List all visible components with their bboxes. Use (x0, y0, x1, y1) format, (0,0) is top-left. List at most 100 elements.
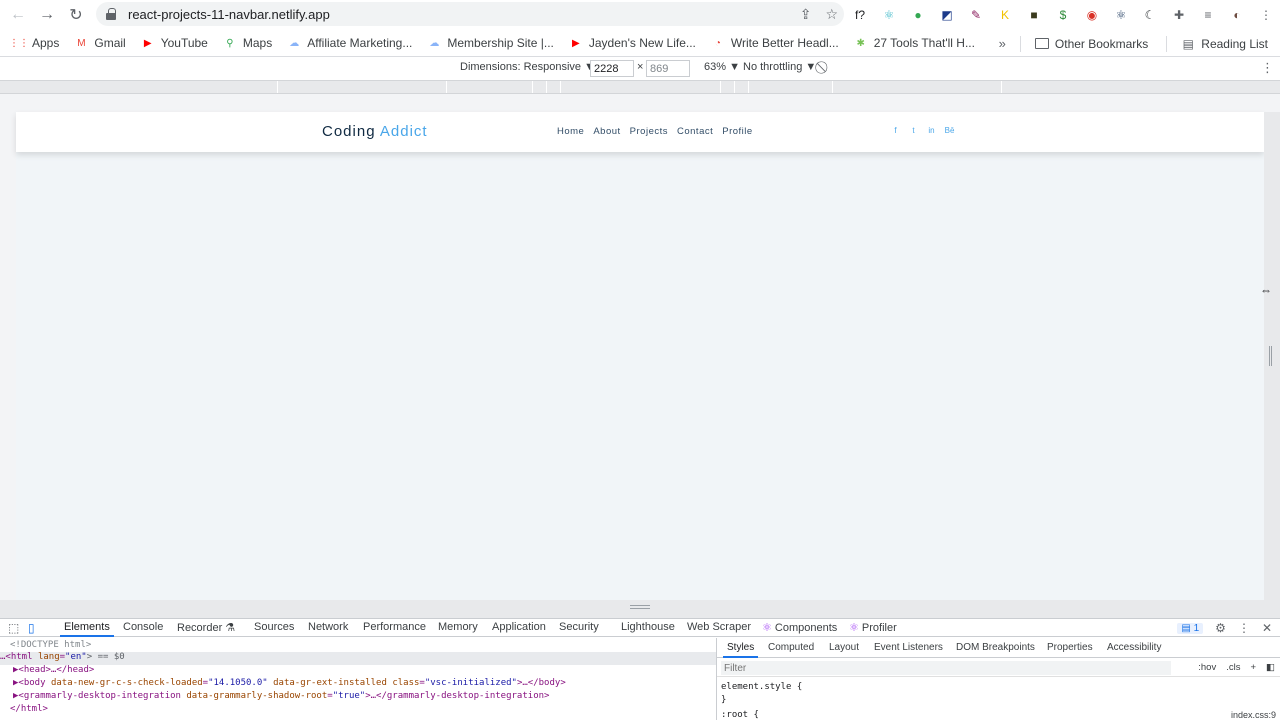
react-tab-icon: ⚛ (762, 622, 775, 634)
bookmark-item[interactable]: ▶ Jayden's New Life... (569, 36, 696, 50)
reading-list[interactable]: ▤ Reading List (1181, 37, 1268, 51)
cls-toggle[interactable]: .cls (1226, 662, 1240, 673)
styles-filter-input[interactable] (721, 661, 1171, 675)
styles-tab-properties[interactable]: Properties (1047, 642, 1093, 653)
bookmark-item[interactable]: ✱ 27 Tools That'll H... (854, 36, 975, 50)
facebook-icon[interactable]: f (891, 126, 900, 135)
close-devtools-icon[interactable]: ✕ (1262, 621, 1272, 635)
k-ext-icon[interactable]: K (995, 5, 1015, 25)
bookmark-star-icon[interactable]: ☆ (825, 6, 838, 23)
root-rule[interactable]: :root { (721, 710, 759, 720)
url-text[interactable]: react-projects-11-navbar.netlify.app (128, 7, 330, 22)
bookmark-item[interactable]: ☁ Affiliate Marketing... (287, 36, 412, 50)
lock-icon[interactable] (106, 8, 116, 20)
bookmark-item[interactable]: ☁ Membership Site |... (427, 36, 554, 50)
inspect-element-icon[interactable]: ⬚ (8, 621, 19, 635)
devtools-tab-components[interactable]: ⚛ Components (762, 621, 837, 634)
dom-html-node[interactable]: …<html lang="en"> == $0 (0, 652, 716, 665)
settings-gear-icon[interactable]: ⚙ (1215, 621, 1226, 635)
devtools-tab-network[interactable]: Network (308, 621, 348, 633)
address-bar[interactable]: react-projects-11-navbar.netlify.app ⇪ ☆ (96, 2, 844, 26)
dom-head-node[interactable]: ▶<head>…</head> (13, 665, 94, 678)
bookmark-item[interactable]: ⚲ Maps (223, 36, 272, 50)
share-icon[interactable]: ⇪ (800, 6, 812, 23)
dimensions-dropdown[interactable]: Dimensions: Responsive ▼ (460, 61, 595, 73)
root-rule-source[interactable]: index.css:9 (1231, 710, 1276, 720)
square-ext-icon[interactable]: ■ (1024, 5, 1044, 25)
reload-icon[interactable]: ↻ (62, 1, 90, 29)
sidebar-toggle-icon[interactable]: ◧ (1266, 662, 1275, 673)
devtools-tab-security[interactable]: Security (559, 621, 599, 633)
devtools-tab-lighthouse[interactable]: Lighthouse (621, 621, 675, 633)
devtools-tab-application[interactable]: Application (492, 621, 546, 633)
devtools-tab-console[interactable]: Console (123, 621, 163, 633)
site-link-projects[interactable]: Projects (630, 126, 668, 137)
element-style-rule[interactable]: element.style { (721, 682, 802, 692)
styles-tab-computed[interactable]: Computed (768, 642, 814, 653)
devtools-tab-recorder[interactable]: Recorder ⚗ (177, 621, 235, 634)
other-bookmarks[interactable]: Other Bookmarks (1034, 37, 1148, 51)
issues-badge[interactable]: ▤ 1 (1177, 622, 1204, 634)
devtools-tab-sources[interactable]: Sources (254, 621, 294, 633)
bookmark-item[interactable]: ▶ YouTube (141, 36, 208, 50)
styles-tab-dom-breakpoints[interactable]: DOM Breakpoints (956, 642, 1035, 653)
dom-grammarly-node[interactable]: ▶<grammarly-desktop-integration data-gra… (13, 691, 549, 704)
styles-tab-accessibility[interactable]: Accessibility (1107, 642, 1161, 653)
dollar-ext-icon[interactable]: $ (1053, 5, 1073, 25)
hov-toggle[interactable]: :hov (1198, 662, 1216, 673)
html-close-tag: </html> (10, 704, 48, 714)
bookmark-item[interactable]: ⋮⋮ Apps (9, 36, 59, 50)
device-more-icon[interactable]: ⋮ (1261, 60, 1274, 76)
devtools-tab-performance[interactable]: Performance (363, 621, 426, 633)
site-link-profile[interactable]: Profile (722, 126, 752, 137)
styles-tab-layout[interactable]: Layout (829, 642, 859, 653)
puzzle-ext-icon[interactable]: ✚ (1169, 5, 1189, 25)
color-wheel-ext-icon[interactable]: ● (908, 5, 928, 25)
forward-arrow-icon[interactable]: → (33, 1, 61, 29)
devtools-tab-memory[interactable]: Memory (438, 621, 478, 633)
font-ext-icon[interactable]: f? (850, 5, 870, 25)
throttling-dropdown[interactable]: No throttling ▼ (743, 61, 816, 73)
screen-ext-icon[interactable]: ◩ (937, 5, 957, 25)
reading-list-ext-icon[interactable]: ≡ (1198, 5, 1218, 25)
new-rule-button[interactable]: + (1250, 662, 1256, 673)
devtools-tab-profiler[interactable]: ⚛ Profiler (849, 621, 897, 634)
react-devtools-ext-icon[interactable]: ⚛ (1111, 5, 1131, 25)
site-logo[interactable]: Coding Addict (322, 123, 428, 140)
devtools-tab-web-scraper[interactable]: Web Scraper (687, 621, 751, 633)
height-input[interactable] (646, 60, 690, 77)
atom-ext-icon[interactable]: ⚛ (879, 5, 899, 25)
bottom-resize-handle[interactable] (0, 600, 1280, 618)
site-link-contact[interactable]: Contact (677, 126, 713, 137)
styles-tab-styles[interactable]: Styles (722, 642, 759, 658)
site-link-about[interactable]: About (593, 126, 620, 137)
zoom-dropdown[interactable]: 63% ▼ (704, 61, 740, 73)
profile-avatar-icon[interactable]: ◐ (1227, 5, 1247, 25)
bookmark-item[interactable]: M Gmail (74, 36, 126, 50)
devtools-tab-elements[interactable]: Elements (60, 621, 114, 637)
devtools-more-icon[interactable]: ⋮ (1238, 621, 1250, 635)
right-resize-handle[interactable] (1264, 112, 1280, 600)
linkedin-icon[interactable]: in (927, 126, 936, 135)
dom-html-close[interactable]: </html> (10, 704, 48, 717)
twitter-icon[interactable]: t (909, 126, 918, 135)
devtools-tab-label: Sources (254, 621, 295, 633)
moon-ext-icon[interactable]: ☾ (1140, 5, 1160, 25)
more-menu-icon[interactable]: ⋮ (1256, 5, 1276, 25)
back-arrow-icon[interactable]: ← (4, 1, 32, 29)
tomato-ext-icon[interactable]: ◉ (1082, 5, 1102, 25)
bottom-grip-icon[interactable] (630, 605, 650, 609)
media-query-ruler[interactable] (0, 80, 1280, 94)
html-suffix: > == $0 (86, 652, 125, 662)
dom-body-node[interactable]: ▶<body data-new-gr-c-s-check-loaded="14.… (13, 678, 566, 691)
bookmarks-overflow-icon[interactable]: » (999, 36, 1006, 51)
bookmark-item[interactable]: ◔ Write Better Headl... (711, 36, 839, 50)
devtools-tab-label: Security (559, 621, 599, 633)
grammar-ext-icon[interactable]: ✎ (966, 5, 986, 25)
resize-grip-icon[interactable] (1269, 346, 1272, 366)
behance-icon[interactable]: Bē (945, 126, 955, 135)
device-toggle-icon[interactable]: ▯ (28, 621, 35, 635)
styles-tab-event-listeners[interactable]: Event Listeners (874, 642, 943, 653)
site-link-home[interactable]: Home (557, 126, 584, 137)
width-input[interactable] (590, 60, 634, 77)
